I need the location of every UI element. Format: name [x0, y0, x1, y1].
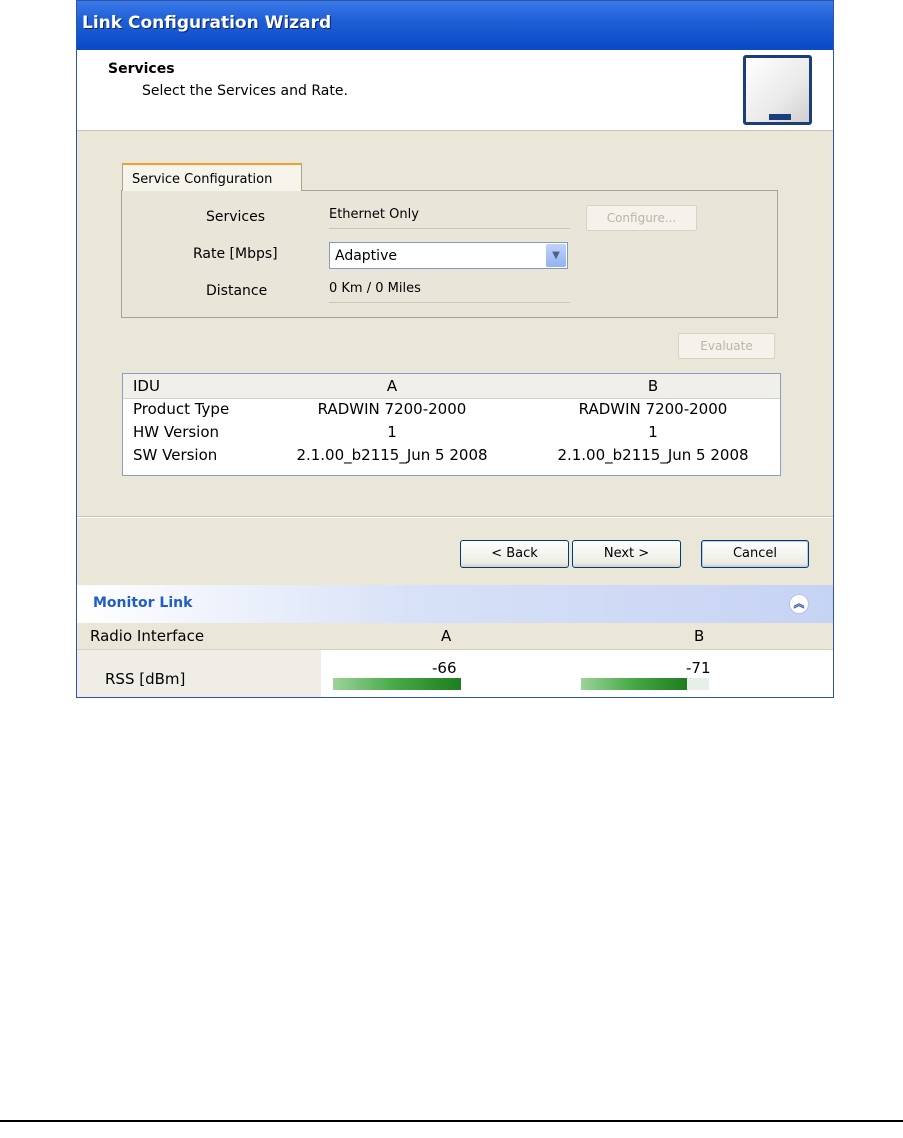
distance-label: Distance: [206, 283, 268, 299]
device-logo-base: [769, 114, 791, 120]
column-header-a: A: [386, 377, 398, 395]
next-button[interactable]: Next >: [572, 540, 681, 568]
column-header-b: B: [647, 377, 659, 395]
rss-value-b: -71: [686, 659, 711, 677]
column-header-radio-interface: Radio Interface: [90, 627, 205, 645]
monitor-table-header: Radio Interface A B: [77, 623, 833, 650]
column-header-idu: IDU: [133, 377, 160, 395]
row-value-a: RADWIN 7200-2000: [317, 400, 467, 418]
rss-bar-b-fill: [581, 678, 688, 690]
column-header-b: B: [694, 627, 705, 645]
row-value-a: 1: [387, 423, 397, 441]
rate-label: Rate [Mbps]: [193, 246, 278, 262]
row-value-a: 2.1.00_b2115_Jun 5 2008: [296, 446, 488, 464]
wizard-footer: < Back Next > Cancel: [77, 518, 833, 585]
row-value-b: 2.1.00_b2115_Jun 5 2008: [557, 446, 749, 464]
rss-bar-a-fill: [333, 678, 461, 690]
chevron-down-icon[interactable]: ▼: [546, 244, 566, 267]
row-label: Product Type: [133, 400, 230, 418]
cancel-button[interactable]: Cancel: [701, 540, 809, 568]
monitor-link-title: Monitor Link: [93, 595, 193, 611]
page-title: Services: [108, 61, 175, 77]
rss-value-a: -66: [432, 659, 457, 677]
rss-row: RSS [dBm] -66 -71: [77, 650, 833, 697]
page-rule: [0, 1120, 903, 1122]
rss-bar-a: [333, 678, 461, 690]
idu-info-table: IDU A B Product Type RADWIN 7200-2000 RA…: [122, 373, 781, 476]
wizard-body: Service Configuration Services Ethernet …: [77, 131, 833, 516]
wizard-window: Link Configuration Wizard Services Selec…: [76, 0, 834, 698]
title-bar[interactable]: Link Configuration Wizard: [77, 1, 833, 50]
page-subtitle: Select the Services and Rate.: [142, 83, 348, 99]
rss-label: RSS [dBm]: [105, 670, 186, 688]
tab-service-configuration[interactable]: Service Configuration: [122, 163, 302, 191]
rate-selected-value: Adaptive: [335, 248, 397, 264]
table-header: IDU A B: [123, 374, 780, 399]
device-logo-icon: [743, 55, 812, 125]
collapse-icon[interactable]: ︽: [789, 594, 809, 614]
wizard-header: Services Select the Services and Rate.: [77, 50, 833, 131]
distance-value: 0 Km / 0 Miles: [329, 281, 570, 303]
row-label: SW Version: [133, 446, 218, 464]
services-label: Services: [206, 209, 266, 225]
row-label: HW Version: [133, 423, 220, 441]
row-value-b: 1: [648, 423, 658, 441]
configure-button[interactable]: Configure...: [586, 205, 697, 231]
row-value-b: RADWIN 7200-2000: [578, 400, 728, 418]
evaluate-button[interactable]: Evaluate: [678, 333, 775, 359]
column-header-a: A: [441, 627, 452, 645]
window-title: Link Configuration Wizard: [82, 13, 332, 33]
service-configuration-panel: Services Ethernet Only Configure... Rate…: [121, 190, 778, 318]
rss-label-cell: RSS [dBm]: [77, 650, 321, 697]
services-value: Ethernet Only: [329, 207, 570, 229]
rate-dropdown[interactable]: Adaptive ▼: [329, 242, 568, 269]
back-button[interactable]: < Back: [460, 540, 569, 568]
rss-bar-b: [581, 678, 709, 690]
monitor-link-header[interactable]: Monitor Link ︽: [77, 585, 833, 623]
